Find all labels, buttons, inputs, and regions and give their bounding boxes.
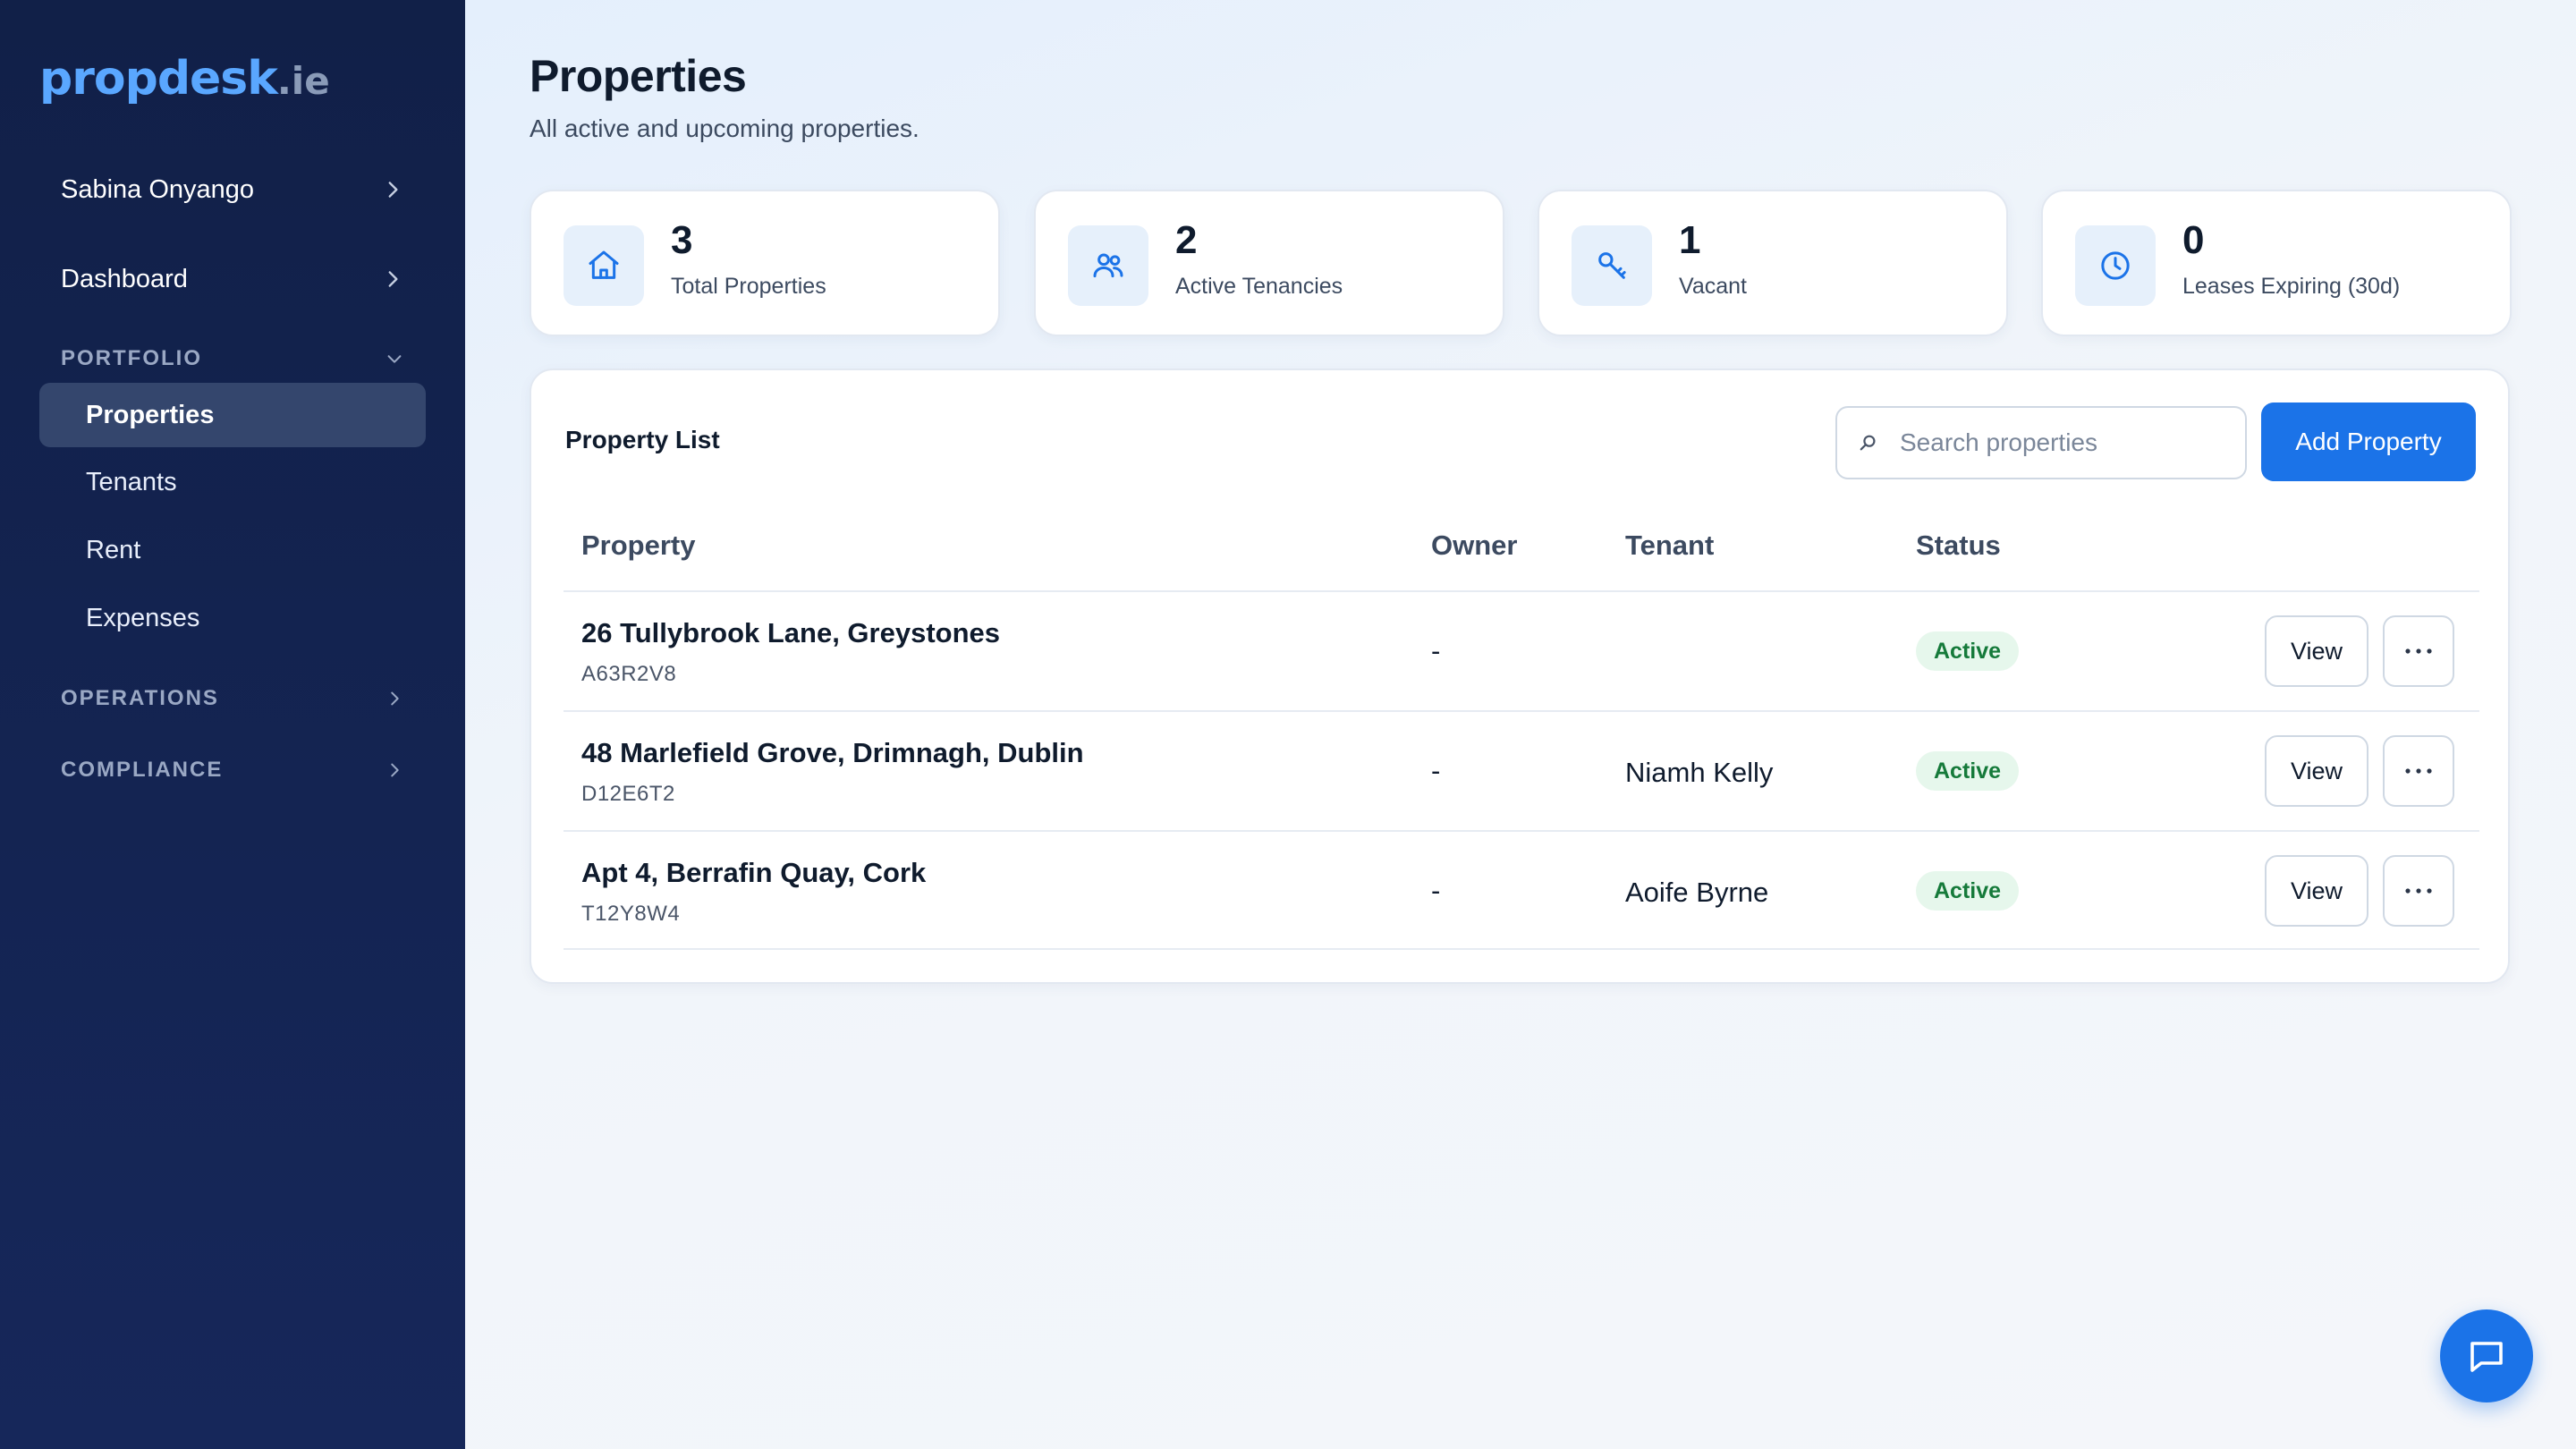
sidebar-item-expenses[interactable]: Expenses (39, 586, 426, 650)
table-row[interactable]: 26 Tullybrook Lane, Greystones A63R2V8 -… (564, 590, 2479, 710)
key-icon (1572, 225, 1652, 306)
chevron-right-icon (388, 182, 398, 198)
stat-card-total-properties: 3 Total Properties (530, 190, 1000, 336)
stat-label: Leases Expiring (30d) (2182, 274, 2401, 299)
user-name: Sabina Onyango (61, 174, 255, 204)
column-header-status: Status (1916, 530, 2001, 561)
section-portfolio[interactable]: PORTFOLIO (39, 341, 426, 377)
sidebar-item-dashboard[interactable]: Dashboard (39, 247, 426, 311)
property-code: T12Y8W4 (581, 902, 681, 926)
chat-button[interactable] (2440, 1309, 2533, 1402)
stat-label: Total Properties (671, 274, 826, 299)
search-icon (1860, 435, 1876, 451)
search-input[interactable] (1900, 428, 2222, 457)
more-actions-button[interactable] (2383, 855, 2454, 927)
property-owner: - (1431, 755, 1441, 786)
sidebar-item-rent[interactable]: Rent (39, 518, 426, 582)
view-button[interactable]: View (2265, 615, 2368, 687)
stat-value: 0 (2182, 218, 2205, 262)
column-header-owner: Owner (1431, 530, 1518, 561)
more-horizontal-icon (2405, 768, 2432, 774)
section-title: COMPLIANCE (61, 758, 224, 782)
property-owner: - (1431, 875, 1441, 906)
more-horizontal-icon (2405, 648, 2432, 654)
search-box[interactable] (1835, 406, 2247, 479)
stat-value: 1 (1679, 218, 1701, 262)
section-operations[interactable]: OPERATIONS (39, 681, 426, 716)
chevron-down-icon (387, 355, 402, 363)
chevron-right-icon (391, 691, 399, 706)
stat-value: 3 (671, 218, 693, 262)
property-tenant: Niamh Kelly (1625, 757, 1774, 788)
stat-card-active-tenancies: 2 Active Tenancies (1034, 190, 1504, 336)
table-row[interactable]: 48 Marlefield Grove, Drimnagh, Dublin D1… (564, 710, 2479, 830)
more-actions-button[interactable] (2383, 735, 2454, 807)
user-menu[interactable]: Sabina Onyango (39, 157, 426, 222)
view-button[interactable]: View (2265, 855, 2368, 927)
property-list-card: Property List Add Property Property Owne… (530, 369, 2510, 984)
section-compliance[interactable]: COMPLIANCE (39, 752, 426, 788)
brand-tld: .ie (276, 59, 330, 103)
stat-card-leases-expiring: 0 Leases Expiring (30d) (2041, 190, 2512, 336)
status-badge: Active (1916, 871, 2020, 911)
property-owner: - (1431, 635, 1441, 666)
sidebar-item-properties[interactable]: Properties (39, 383, 426, 447)
status-badge: Active (1916, 631, 2020, 671)
table-row[interactable]: Apt 4, Berrafin Quay, Cork T12Y8W4 - Aoi… (564, 830, 2479, 950)
sidebar: propdesk.ie Sabina Onyango Dashboard POR… (0, 0, 465, 1449)
stat-label: Active Tenancies (1175, 274, 1343, 299)
property-tenant: Aoife Byrne (1625, 877, 1769, 908)
property-code: D12E6T2 (581, 782, 675, 806)
stat-label: Vacant (1679, 274, 1747, 299)
property-code: A63R2V8 (581, 662, 677, 686)
brand-name: propdesk (39, 52, 278, 106)
sidebar-item-label: Dashboard (61, 264, 188, 293)
view-button[interactable]: View (2265, 735, 2368, 807)
sidebar-item-tenants[interactable]: Tenants (39, 450, 426, 514)
chat-icon (2470, 1342, 2503, 1372)
brand-logo[interactable]: propdesk.ie (39, 52, 330, 106)
more-actions-button[interactable] (2383, 615, 2454, 687)
chevron-right-icon (388, 271, 398, 287)
add-property-button[interactable]: Add Property (2261, 402, 2476, 481)
section-title: OPERATIONS (61, 686, 219, 710)
property-list-title: Property List (565, 426, 720, 453)
clock-icon (2075, 225, 2156, 306)
home-icon (564, 225, 644, 306)
users-icon (1068, 225, 1148, 306)
property-name: 26 Tullybrook Lane, Greystones (581, 617, 1001, 648)
column-header-property: Property (581, 530, 696, 561)
stat-card-vacant: 1 Vacant (1538, 190, 2008, 336)
chevron-right-icon (391, 763, 399, 777)
stat-value: 2 (1175, 218, 1198, 262)
page-subtitle: All active and upcoming properties. (530, 114, 919, 142)
status-badge: Active (1916, 751, 2020, 791)
property-name: 48 Marlefield Grove, Drimnagh, Dublin (581, 737, 1084, 768)
column-header-tenant: Tenant (1625, 530, 1715, 561)
main-content: Properties All active and upcoming prope… (465, 0, 2576, 1449)
more-horizontal-icon (2405, 888, 2432, 894)
property-name: Apt 4, Berrafin Quay, Cork (581, 857, 927, 888)
section-title: PORTFOLIO (61, 346, 202, 370)
page-title: Properties (530, 51, 747, 101)
